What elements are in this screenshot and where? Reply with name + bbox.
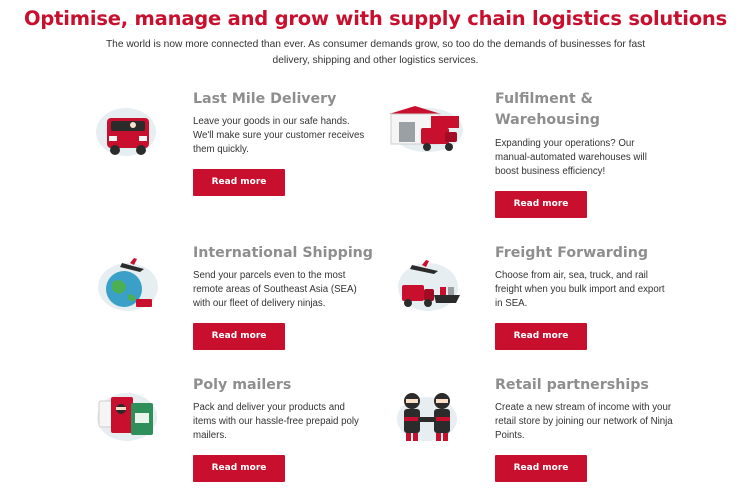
freight-icon bbox=[398, 260, 460, 311]
read-more-button[interactable]: Read more bbox=[193, 455, 285, 482]
read-more-button[interactable]: Read more bbox=[495, 191, 587, 218]
poly-mailer-icon bbox=[97, 393, 157, 441]
service-title: International Shipping bbox=[193, 245, 373, 261]
service-description: Expanding your operations? Our manual-au… bbox=[495, 138, 647, 178]
service-title: Retail partnerships bbox=[495, 377, 649, 393]
service-description: Pack and deliver your products and items… bbox=[193, 402, 359, 442]
read-more-button[interactable]: Read more bbox=[193, 323, 285, 350]
service-title: Fulfilment & Warehousing bbox=[495, 91, 600, 128]
delivery-van-icon bbox=[96, 108, 156, 156]
read-more-button[interactable]: Read more bbox=[193, 169, 285, 196]
service-description: Create a new stream of income with your … bbox=[495, 402, 673, 442]
read-more-button[interactable]: Read more bbox=[495, 455, 587, 482]
service-description: Send your parcels even to the most remot… bbox=[193, 270, 357, 310]
service-title: Poly mailers bbox=[193, 377, 292, 393]
service-description: Leave your goods in our safe hands. We'l… bbox=[193, 116, 365, 156]
service-description: Choose from air, sea, truck, and rail fr… bbox=[495, 270, 665, 310]
globe-plane-icon bbox=[98, 258, 158, 311]
warehouse-icon bbox=[389, 106, 463, 152]
hero-subtitle: The world is now more connected than eve… bbox=[105, 39, 646, 66]
service-title: Last Mile Delivery bbox=[193, 91, 337, 107]
service-title: Freight Forwarding bbox=[495, 245, 649, 261]
hero-title: Optimise, manage and grow with supply ch… bbox=[23, 7, 728, 30]
read-more-button[interactable]: Read more bbox=[495, 323, 587, 350]
handshake-ninjas-icon bbox=[397, 393, 457, 441]
